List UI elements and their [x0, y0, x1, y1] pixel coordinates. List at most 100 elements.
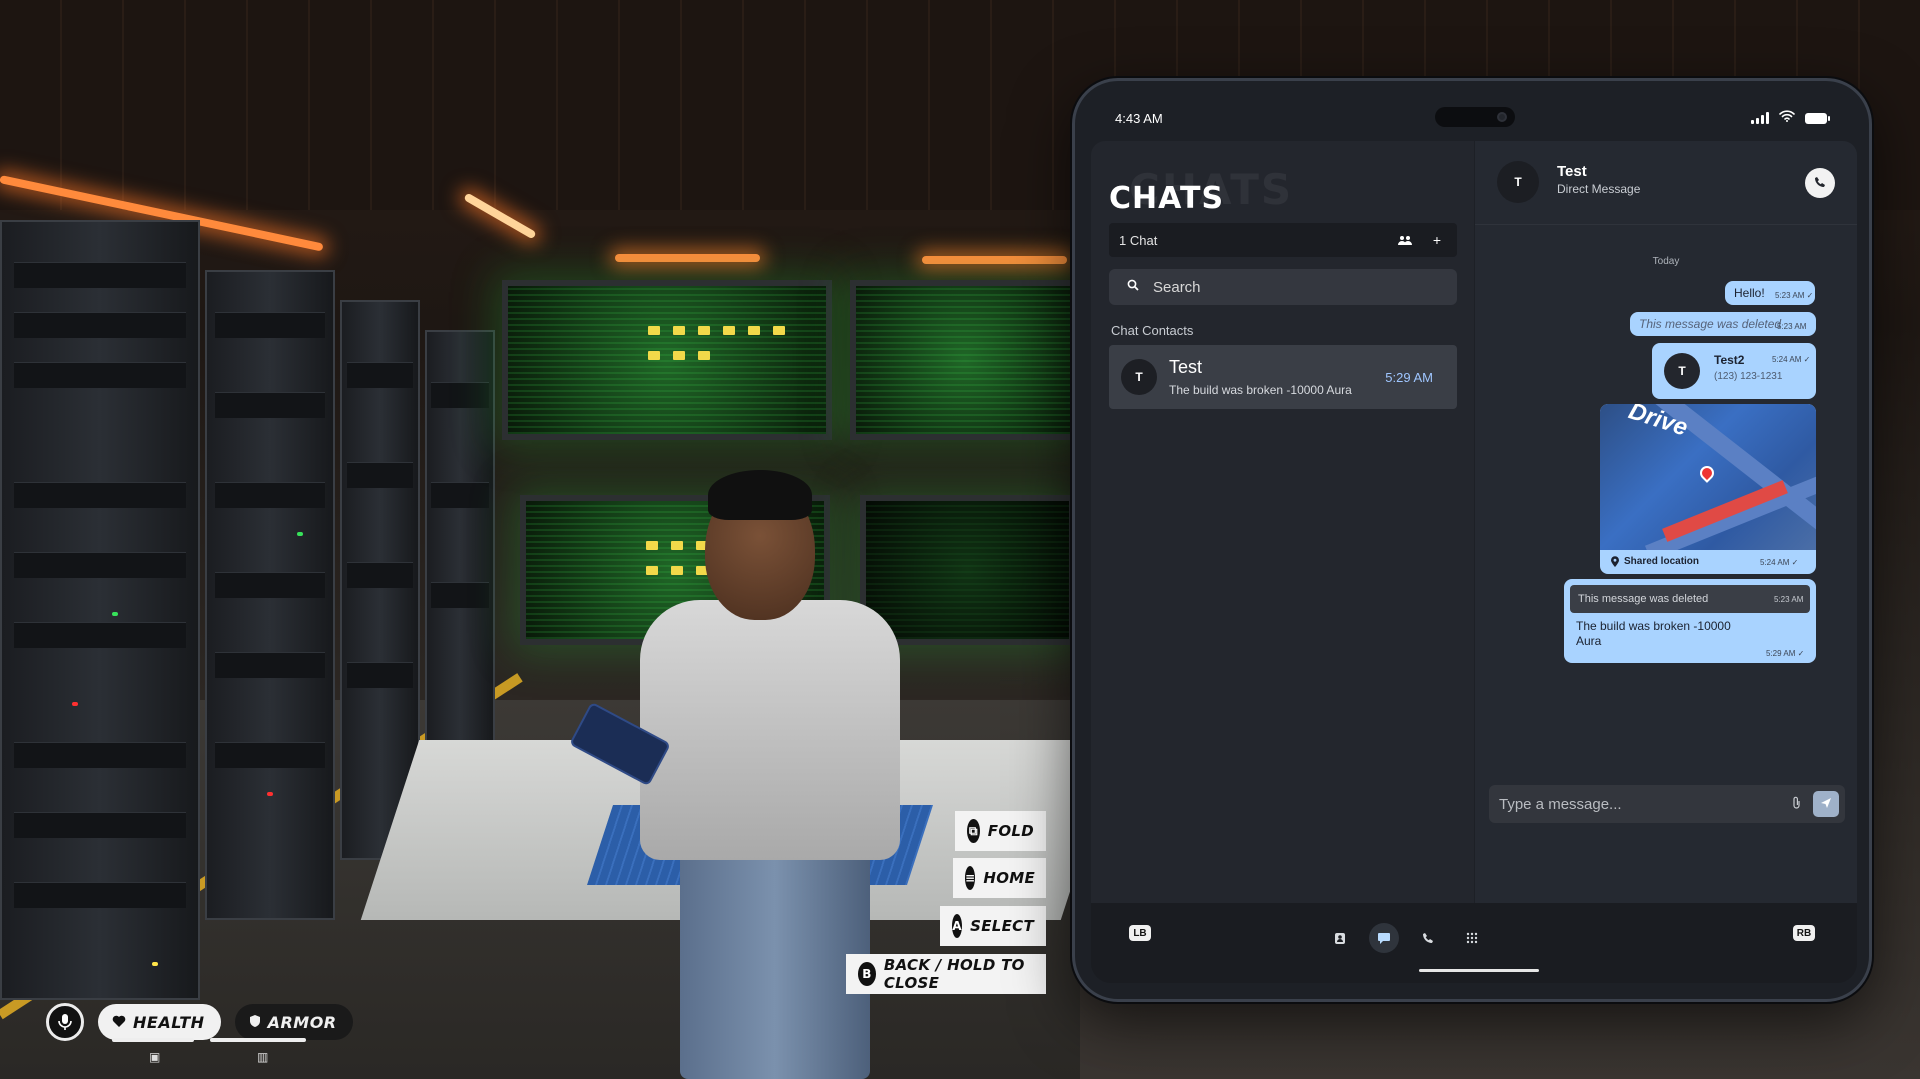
call-button[interactable] [1805, 168, 1835, 198]
chat-contact-item[interactable]: T Test The build was broken -10000 Aura … [1109, 345, 1457, 409]
chats-title: CHATS [1109, 181, 1225, 216]
armor-indicator: ARMOR [234, 1004, 353, 1040]
status-icons [1751, 109, 1830, 127]
message-text-line1: The build was broken -10000 [1576, 619, 1731, 633]
status-time: 4:43 AM [1115, 111, 1163, 126]
new-chat-plus-icon[interactable]: + [1427, 230, 1447, 250]
phone-device: 4:43 AM CHATS CHATS 1 Chat + Search Chat… [1072, 78, 1872, 1002]
group-chat-icon[interactable] [1395, 230, 1415, 250]
send-button[interactable] [1813, 791, 1839, 817]
computer-monitor [850, 280, 1080, 440]
messages-icon[interactable] [1369, 923, 1399, 953]
shared-location-bubble[interactable]: Drive Shared location 5:24 AM ✓ [1600, 404, 1816, 574]
quoted-message[interactable]: This message was deleted 5:23 AM [1570, 585, 1810, 613]
location-map: Drive [1600, 404, 1816, 550]
contact-last-message: The build was broken -10000 Aura [1169, 383, 1352, 397]
signal-icon [1751, 112, 1769, 124]
player-hud: HEALTH ARMOR [46, 1001, 353, 1043]
camera-icon [1497, 112, 1507, 122]
avatar: T [1497, 161, 1539, 203]
heart-icon [112, 1013, 126, 1032]
message-text-line2: Aura [1576, 634, 1602, 648]
health-bar [112, 1038, 194, 1042]
server-rack [205, 270, 335, 920]
camera-notch [1435, 107, 1515, 127]
fold-label: FOLD [987, 822, 1034, 840]
contact-name: Test [1169, 357, 1203, 377]
home-indicator[interactable] [1419, 969, 1539, 972]
select-label: SELECT [970, 917, 1034, 935]
shared-contact-number: (123) 123-1231 [1714, 371, 1783, 382]
water-icon: ▥ [257, 1050, 269, 1064]
message-time: 5:23 AM ✓ [1775, 291, 1814, 300]
back-label: BACK / HOLD TO CLOSE [883, 956, 1025, 992]
phone-screen: CHATS CHATS 1 Chat + Chat Contacts T Tes… [1091, 141, 1857, 903]
message-input[interactable] [1499, 785, 1749, 823]
apps-grid-icon[interactable] [1457, 923, 1487, 953]
character-body [640, 600, 900, 860]
conversation-header: T Test Direct Message [1475, 141, 1857, 225]
location-caption: Shared location [1624, 556, 1700, 567]
message-bubble[interactable]: Hello! 5:23 AM ✓ [1725, 281, 1815, 305]
rb-button[interactable]: RB [1793, 925, 1815, 941]
send-icon [1820, 797, 1832, 812]
avatar: T [1121, 359, 1157, 395]
health-indicator: HEALTH [98, 1004, 221, 1040]
message-time: 5:23 AM [1777, 322, 1807, 331]
day-separator: Today [1652, 256, 1680, 267]
phone-icon [1814, 176, 1826, 191]
server-rack [0, 220, 200, 1000]
avatar: T [1664, 353, 1700, 389]
health-label: HEALTH [133, 1012, 205, 1032]
armor-label: ARMOR [267, 1012, 337, 1032]
contacts-icon[interactable] [1325, 923, 1355, 953]
search-input[interactable] [1153, 269, 1443, 305]
contact-card-bubble[interactable]: T Test2 (123) 123-1231 5:24 AM ✓ [1652, 343, 1816, 399]
b-key-icon: B [858, 962, 876, 986]
message-composer[interactable] [1489, 785, 1845, 823]
home-button[interactable]: ≡ HOME [953, 858, 1046, 898]
home-label: HOME [983, 869, 1036, 887]
chat-count: 1 Chat [1119, 233, 1158, 248]
lb-button[interactable]: LB [1129, 925, 1151, 941]
message-text: Hello! [1734, 286, 1765, 300]
quoted-time: 5:23 AM [1774, 595, 1804, 604]
search-bar[interactable] [1109, 269, 1457, 305]
computer-monitor [502, 280, 832, 440]
search-icon [1127, 279, 1139, 294]
location-pin-icon [1610, 555, 1620, 573]
contacts-section-label: Chat Contacts [1111, 323, 1194, 338]
message-time: 5:29 AM ✓ [1766, 649, 1805, 658]
armor-bar [210, 1038, 306, 1042]
fold-icon: ⧉ [967, 819, 980, 843]
computer-monitor [860, 495, 1075, 645]
microphone-icon [46, 1003, 84, 1041]
phone-icon[interactable] [1413, 923, 1443, 953]
contact-time: 5:29 AM [1385, 370, 1433, 385]
chat-count-bar: 1 Chat + [1109, 223, 1457, 257]
message-text: This message was deleted [1639, 317, 1782, 331]
deleted-message-bubble[interactable]: This message was deleted 5:23 AM [1630, 312, 1816, 336]
message-time: 5:24 AM ✓ [1772, 355, 1811, 364]
chat-list-pane: CHATS CHATS 1 Chat + Chat Contacts T Tes… [1091, 141, 1474, 903]
wifi-icon [1779, 109, 1795, 127]
character-hair [708, 470, 812, 520]
status-bar: 4:43 AM [1075, 81, 1869, 143]
reply-message-bubble[interactable]: This message was deleted 5:23 AM The bui… [1564, 579, 1816, 663]
character-legs [680, 840, 870, 1079]
phone-dock: LB RB [1091, 903, 1857, 983]
select-button[interactable]: A SELECT [940, 906, 1046, 946]
quoted-text: This message was deleted [1578, 593, 1709, 605]
message-time: 5:24 AM ✓ [1760, 558, 1799, 567]
ceiling-light [922, 256, 1067, 264]
shield-icon [249, 1013, 261, 1032]
shared-contact-name: Test2 [1714, 353, 1745, 367]
paperclip-icon[interactable] [1792, 796, 1801, 812]
map-pin-icon [1697, 463, 1717, 483]
conversation-subtitle: Direct Message [1557, 182, 1641, 196]
fold-button[interactable]: ⧉ FOLD [955, 811, 1046, 851]
battery-icon [1805, 112, 1830, 124]
conversation-pane: T Test Direct Message Today Hello! 5:23 … [1475, 141, 1857, 903]
back-button[interactable]: B BACK / HOLD TO CLOSE [846, 954, 1046, 994]
a-key-icon: A [952, 914, 963, 938]
